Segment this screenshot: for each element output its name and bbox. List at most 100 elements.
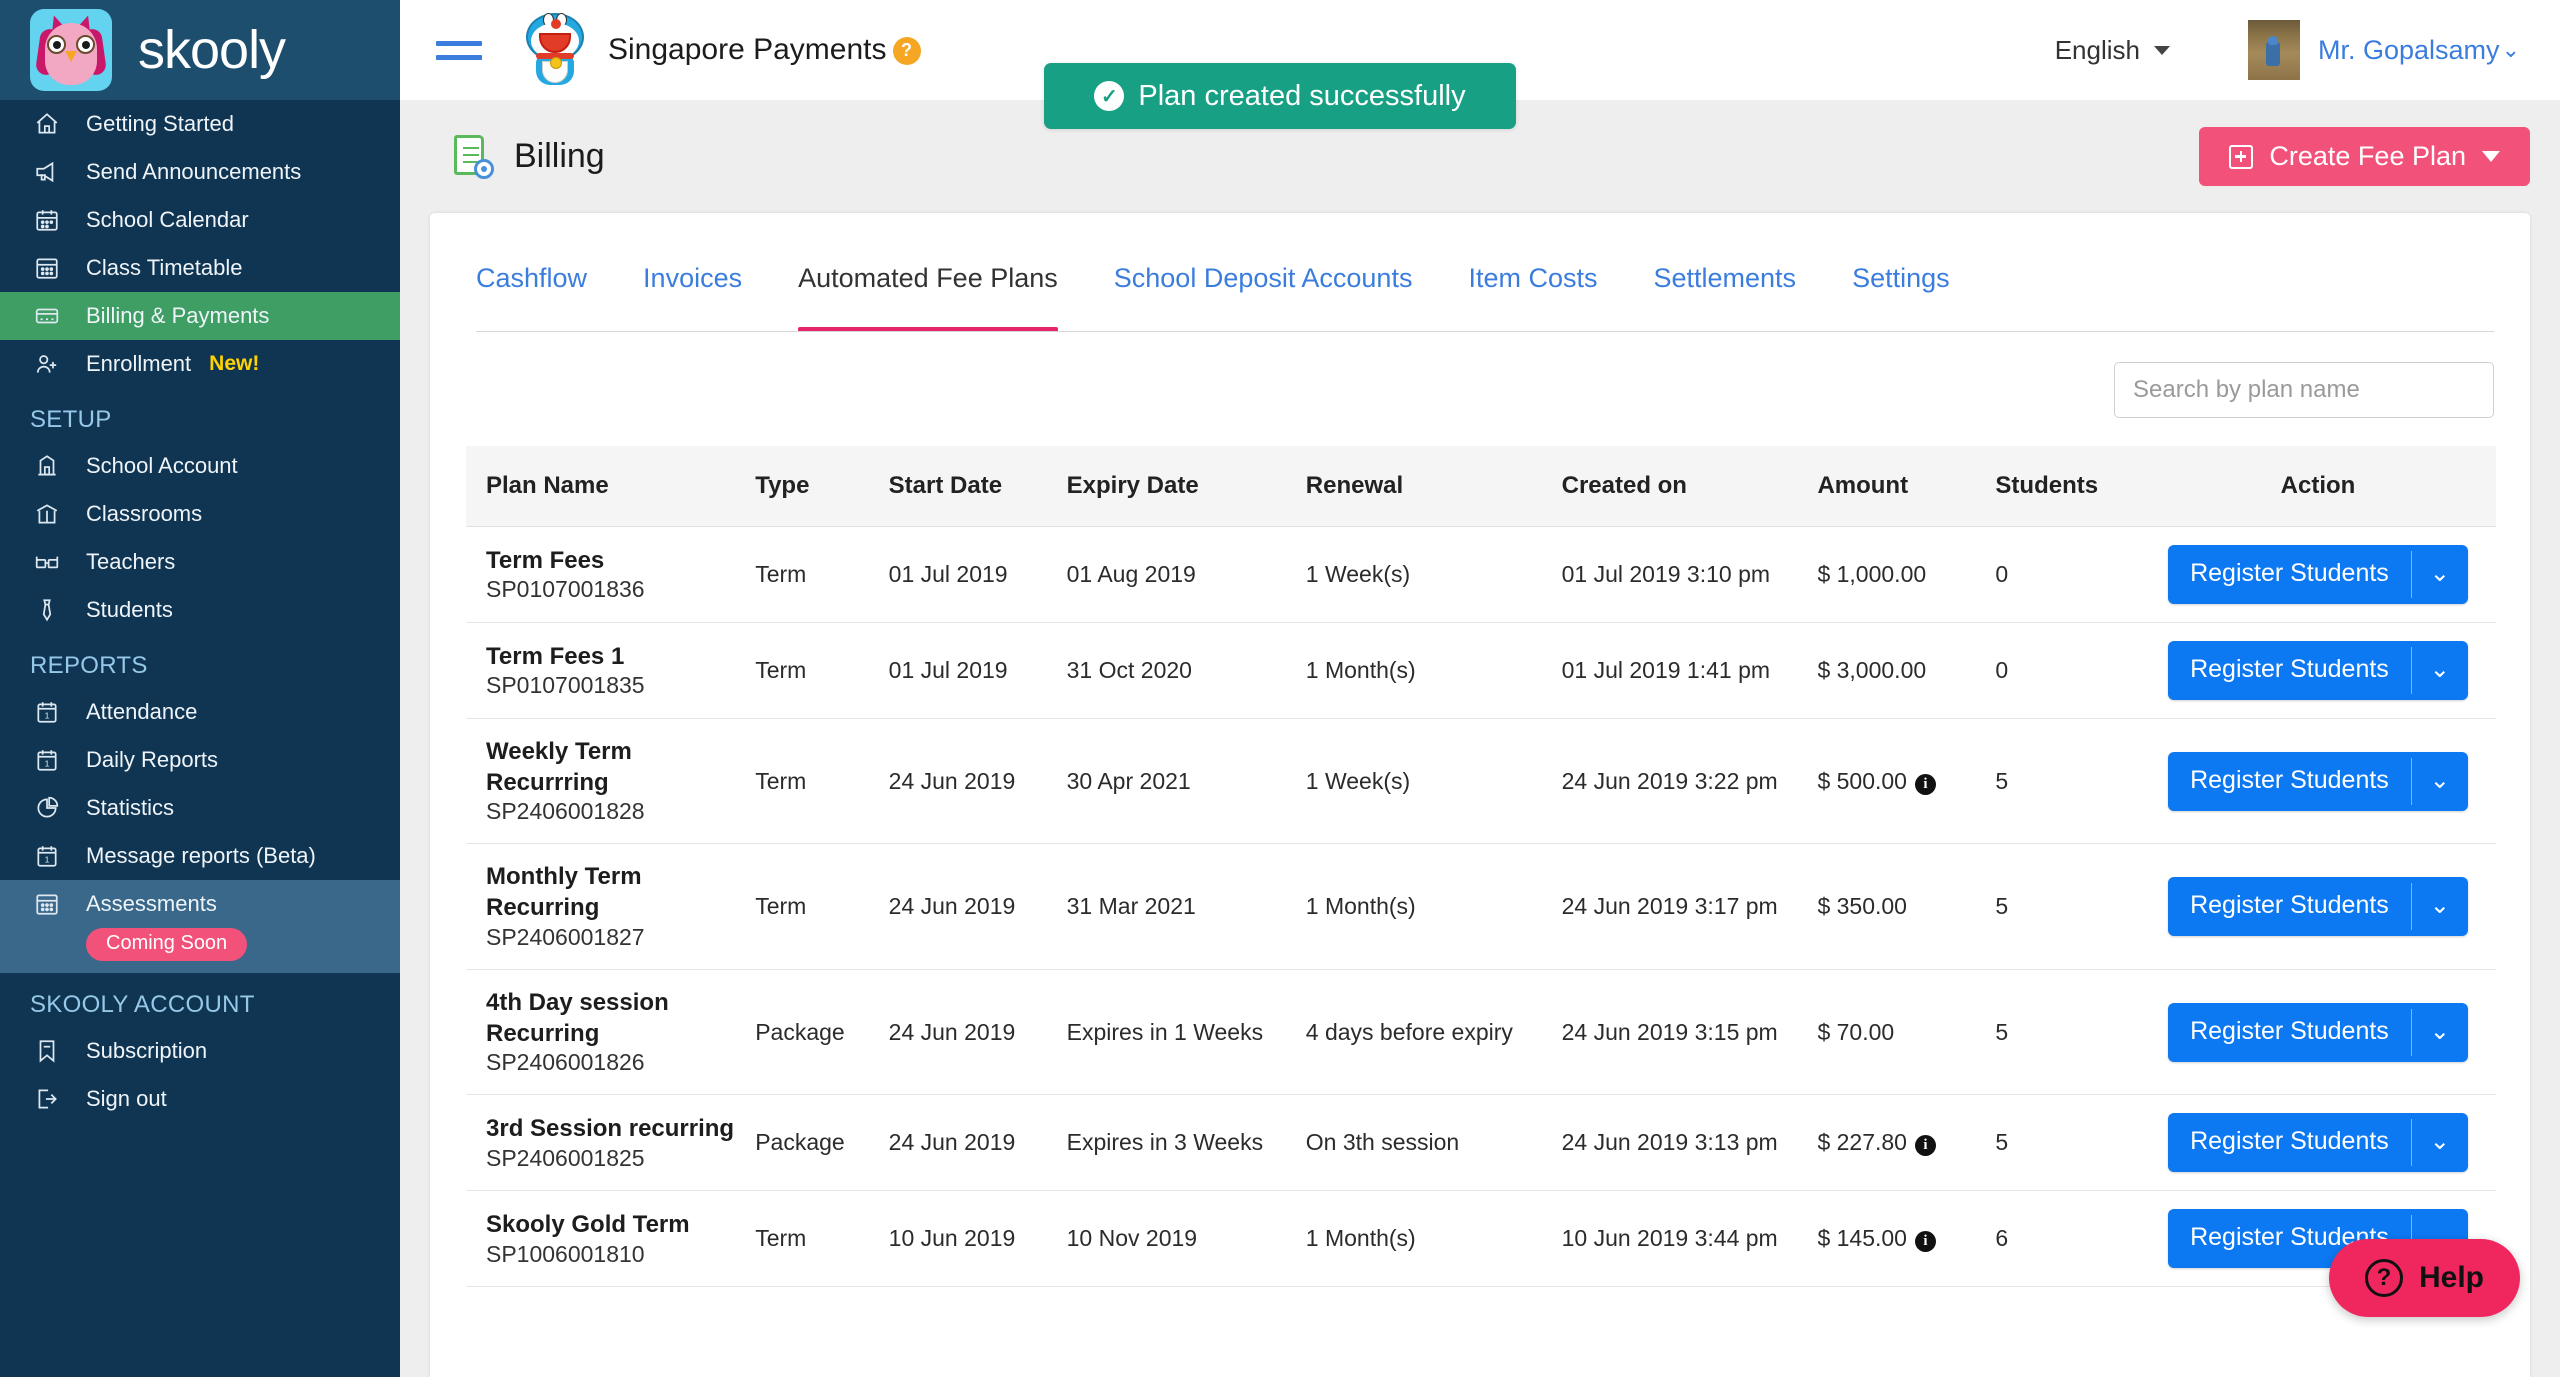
sidebar-item-students[interactable]: Students xyxy=(0,586,400,634)
sidebar-item-send-announcements[interactable]: Send Announcements xyxy=(0,148,400,196)
register-students-split-button: Register Students ⌄ xyxy=(2168,1002,2468,1062)
search-row xyxy=(430,332,2530,418)
action-button-group: Register Students ⌄ xyxy=(2140,877,2496,937)
table-row: Term Fees SP0107001836 Term 01 Jul 2019 01 A… xyxy=(466,526,2496,623)
hamburger-icon[interactable] xyxy=(436,40,482,60)
tab-invoices[interactable]: Invoices xyxy=(643,251,742,332)
sidebar-item-getting-started[interactable]: Getting Started xyxy=(0,100,400,148)
brand-header[interactable]: skooly xyxy=(0,0,400,100)
table-row: Weekly Term Recurrring SP2406001828 Term 24… xyxy=(466,718,2496,845)
plan-code-text: SP2406001825 xyxy=(486,1144,645,1171)
billing-settings-icon xyxy=(450,134,494,179)
amount-text: $ 500.00 xyxy=(1817,767,1907,794)
megaphone-icon xyxy=(30,159,64,185)
register-students-button[interactable]: Register Students xyxy=(2168,1003,2411,1062)
table-head: Plan Name Type Start Date Expiry Date Re… xyxy=(466,446,2496,527)
action-button-group: Register Students ⌄ xyxy=(2140,545,2496,604)
search-input[interactable] xyxy=(2114,362,2494,418)
register-students-button[interactable]: Register Students xyxy=(2168,545,2411,604)
sidebar-item-school-account[interactable]: School Account xyxy=(0,442,400,490)
svg-text:1: 1 xyxy=(45,711,50,721)
doraemon-avatar-icon xyxy=(518,11,592,89)
sidebar-item-label: Teachers xyxy=(86,549,176,574)
register-students-button[interactable]: Register Students xyxy=(2168,641,2411,700)
cell-plan-name: Term Fees SP0107001836 xyxy=(466,526,756,623)
cell-type: Term xyxy=(755,622,889,719)
calendar-one-icon: 1 xyxy=(30,747,64,773)
amount-text: $ 227.80 xyxy=(1817,1129,1907,1156)
info-icon[interactable]: i xyxy=(1914,1231,1936,1253)
user-avatar-image[interactable] xyxy=(2248,20,2300,80)
tab-school-deposit-accounts[interactable]: School Deposit Accounts xyxy=(1114,251,1413,332)
sidebar-item-billing-payments[interactable]: Billing & Payments xyxy=(0,292,400,340)
sidebar-item-attendance[interactable]: 1 Attendance xyxy=(0,688,400,736)
language-label: English xyxy=(2054,34,2140,65)
tab-item-costs[interactable]: Item Costs xyxy=(1468,251,1597,332)
column-header-plan-name: Plan Name xyxy=(466,446,756,527)
register-students-button[interactable]: Register Students xyxy=(2168,1113,2411,1172)
sidebar-item-assessments[interactable]: Assessments xyxy=(0,880,400,928)
create-fee-plan-button[interactable]: Create Fee Plan xyxy=(2199,127,2530,186)
register-students-button[interactable]: Register Students xyxy=(2168,752,2411,811)
content-card: Cashflow Invoices Automated Fee Plans Sc… xyxy=(430,213,2530,1377)
cell-amount: $ 350.00 xyxy=(1817,843,1996,970)
question-mark-icon[interactable]: ? xyxy=(892,36,921,65)
column-header-created-on: Created on xyxy=(1561,446,1818,527)
table-row: 4th Day session Recurring SP2406001826 Pac… xyxy=(466,969,2496,1096)
language-selector[interactable]: English xyxy=(2055,35,2170,66)
table-body: Term Fees SP0107001836 Term 01 Jul 2019 01 A… xyxy=(466,526,2496,1288)
chevron-down-icon[interactable]: ⌄ xyxy=(2412,1113,2468,1172)
fee-plans-table: Plan Name Type Start Date Expiry Date Re… xyxy=(466,446,2496,1288)
user-menu[interactable]: Mr. Gopalsamy ⌄ xyxy=(2318,35,2520,66)
help-widget-label: Help xyxy=(2418,1261,2484,1294)
table-row: Skooly Gold Term SP1006001810 Term 10 Jun 2… xyxy=(466,1190,2496,1288)
cell-students: 5 xyxy=(1995,1094,2140,1192)
sidebar-item-subscription[interactable]: Subscription xyxy=(0,1027,400,1075)
chevron-down-icon[interactable]: ⌄ xyxy=(2412,752,2468,811)
tab-cashflow[interactable]: Cashflow xyxy=(476,251,587,332)
sidebar-item-classrooms[interactable]: Classrooms xyxy=(0,490,400,538)
sidebar-item-label: Sign out xyxy=(86,1086,167,1111)
cell-type: Term xyxy=(755,1190,889,1288)
svg-text:1: 1 xyxy=(45,855,50,865)
register-students-split-button: Register Students ⌄ xyxy=(2168,877,2468,937)
cell-action: Register Students ⌄ xyxy=(2140,843,2496,970)
info-icon[interactable]: i xyxy=(1914,773,1936,795)
sidebar-item-class-timetable[interactable]: Class Timetable xyxy=(0,244,400,292)
help-widget-button[interactable]: ? Help xyxy=(2328,1239,2520,1317)
user-plus-icon xyxy=(30,351,64,377)
cell-type: Package xyxy=(755,969,889,1096)
chevron-down-icon[interactable]: ⌄ xyxy=(2412,641,2468,700)
plan-code-text: SP0107001835 xyxy=(486,672,645,699)
brand-name: skooly xyxy=(138,20,286,80)
cell-expiry-date: 31 Mar 2021 xyxy=(1066,843,1306,970)
calendar-one-icon: 1 xyxy=(30,843,64,869)
tab-settings[interactable]: Settings xyxy=(1852,251,1950,332)
plan-code-text: SP2406001827 xyxy=(486,923,645,950)
cell-amount: $ 500.00 i xyxy=(1817,718,1996,845)
column-header-expiry-date: Expiry Date xyxy=(1066,446,1306,527)
sidebar-item-school-calendar[interactable]: School Calendar xyxy=(0,196,400,244)
cell-students: 0 xyxy=(1995,526,2140,623)
chevron-down-icon[interactable]: ⌄ xyxy=(2412,1003,2468,1062)
cell-created-on: 10 Jun 2019 3:44 pm xyxy=(1561,1190,1818,1288)
chevron-down-icon[interactable]: ⌄ xyxy=(2412,545,2468,604)
register-students-button[interactable]: Register Students xyxy=(2168,877,2411,936)
info-icon[interactable]: i xyxy=(1914,1135,1936,1157)
sidebar-item-statistics[interactable]: Statistics xyxy=(0,784,400,832)
sidebar-item-message-reports[interactable]: 1 Message reports (Beta) xyxy=(0,832,400,880)
tab-automated-fee-plans[interactable]: Automated Fee Plans xyxy=(798,251,1058,332)
calendar-grid-icon xyxy=(30,891,64,917)
tab-settlements[interactable]: Settlements xyxy=(1653,251,1796,332)
tab-bar: Cashflow Invoices Automated Fee Plans Sc… xyxy=(430,213,2530,332)
column-header-start-date: Start Date xyxy=(888,446,1067,527)
sidebar-item-sign-out[interactable]: Sign out xyxy=(0,1075,400,1123)
sidebar-item-daily-reports[interactable]: 1 Daily Reports xyxy=(0,736,400,784)
sidebar-item-teachers[interactable]: Teachers xyxy=(0,538,400,586)
school-name[interactable]: Singapore Payments? xyxy=(608,33,921,67)
chevron-down-icon[interactable]: ⌄ xyxy=(2412,877,2468,936)
table-row: 3rd Session recurring SP2406001825 Package… xyxy=(466,1094,2496,1192)
sidebar-item-label: School Calendar xyxy=(86,207,249,232)
plus-square-icon xyxy=(2229,144,2254,169)
sidebar-item-enrollment[interactable]: Enrollment New! xyxy=(0,340,400,388)
